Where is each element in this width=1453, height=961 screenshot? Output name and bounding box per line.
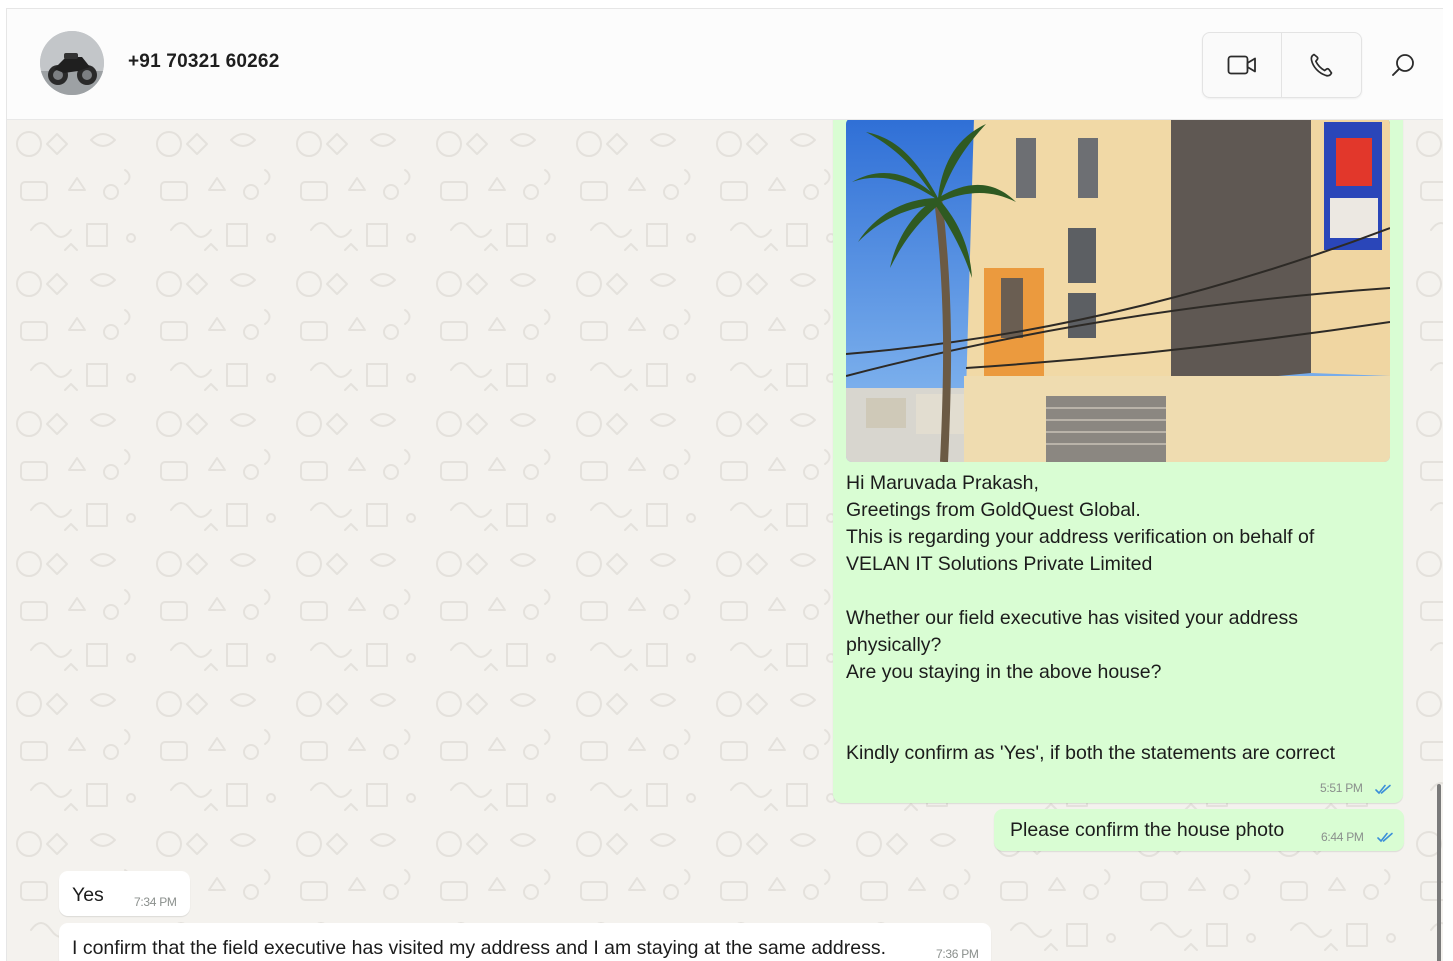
message-text: Hi Maruvada Prakash, Greetings from Gold… — [846, 472, 1336, 764]
video-call-button[interactable] — [1203, 33, 1282, 97]
phone-icon — [1310, 53, 1333, 77]
message-time: 5:51 PM — [1320, 781, 1363, 795]
incoming-text-message[interactable]: Yes 7:34 PM — [59, 871, 190, 916]
incoming-text-message[interactable]: I confirm that the field executive has v… — [59, 923, 991, 961]
chat-header: +91 70321 60262 — [7, 9, 1443, 120]
search-icon — [1392, 54, 1414, 76]
search-button[interactable] — [1385, 47, 1421, 83]
message-text: I confirm that the field executive has v… — [72, 937, 886, 959]
house-photo-image — [846, 120, 1390, 462]
contact-name[interactable]: +91 70321 60262 — [128, 51, 279, 73]
message-text: Yes — [72, 884, 104, 906]
outgoing-image-message[interactable]: Hi Maruvada Prakash, Greetings from Gold… — [833, 120, 1403, 803]
video-camera-icon — [1227, 55, 1256, 75]
chat-scrollbar[interactable] — [1437, 784, 1441, 961]
outgoing-text-message[interactable]: Please confirm the house photo 6:44 PM — [994, 809, 1404, 851]
voice-call-button[interactable] — [1282, 33, 1360, 97]
read-ticks-icon — [1375, 784, 1391, 795]
message-time: 7:36 PM — [936, 947, 979, 961]
chat-message-area[interactable]: Hi Maruvada Prakash, Greetings from Gold… — [7, 120, 1443, 961]
avatar-image — [40, 31, 104, 95]
chat-window: +91 70321 60262 Hi Maruvada Prakash, Gre… — [6, 8, 1443, 961]
message-time: 7:34 PM — [134, 895, 177, 909]
read-ticks-icon — [1377, 832, 1393, 843]
contact-avatar[interactable] — [40, 31, 104, 95]
message-text: Please confirm the house photo — [1010, 819, 1285, 841]
house-photo[interactable] — [846, 120, 1390, 462]
message-time: 6:44 PM — [1321, 830, 1364, 844]
call-button-group — [1202, 32, 1362, 98]
